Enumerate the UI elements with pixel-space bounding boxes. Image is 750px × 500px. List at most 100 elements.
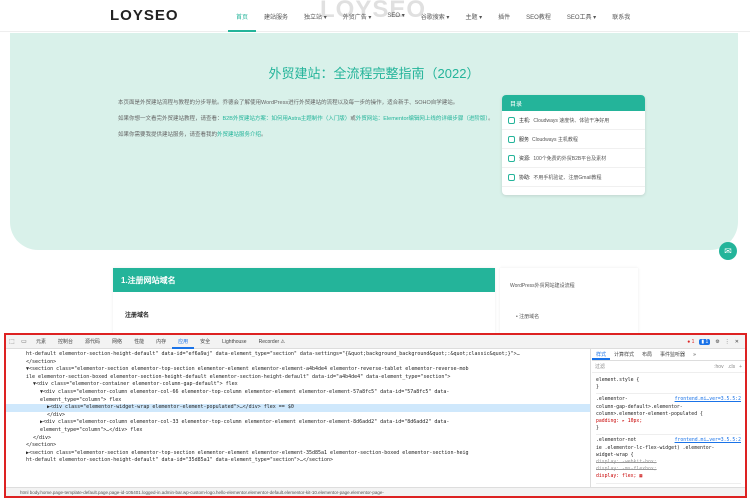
css-rule[interactable]: element.style {} [596,375,741,395]
dom-node-line[interactable]: </div> [6,435,590,443]
top-navigation: LOYSEO LOYSEO 首页 建站服务 独立站 ▾ 外贸广告 ▾ SEO ▾ 谷歌搜索… [0,0,750,32]
styles-tab[interactable]: 布局 [638,349,656,360]
intro-text-fragment: 。 [261,132,267,138]
dom-node-line[interactable]: ht-default elementor-section-height-defa… [6,351,590,359]
devtools-tab[interactable]: 内存 [150,335,172,349]
intro-text-fragment: 。 [488,116,494,122]
rule-close: } [596,385,599,391]
toc-item[interactable]: 资源: 100个免费的外贸B2B平台及素材 [502,149,645,168]
styles-tabs: 样式 计算样式 布局 事件监听器» [592,349,745,361]
hover-state-toggle[interactable]: :hov [714,364,723,370]
devtools-tab[interactable]: 性能 [128,335,150,349]
element-breadcrumb[interactable]: html body.home.page-template-default.pag… [6,487,745,496]
rule-property[interactable]: column>.elementor-element-populated { [596,411,741,418]
devtools-tab[interactable]: 源代码 [79,335,106,349]
devtools-tab[interactable]: 控制台 [52,335,79,349]
page-title: 外贸建站：全流程完整指南（2022） [268,66,480,81]
styles-tab[interactable]: 计算样式 [610,349,638,360]
inspect-element-icon[interactable]: ⬚ [6,338,18,345]
gear-icon[interactable]: ⚙ [715,339,719,345]
more-options-icon[interactable]: ⋮ [725,339,730,345]
site-logo[interactable]: LOYSEO [110,7,179,24]
dom-node-line[interactable]: ▼<div class="elementor-container element… [6,381,590,389]
error-counter[interactable]: ● 1 [687,339,694,345]
astra-guide-link[interactable]: B2B外贸建站方案：如何用Astra主题制作（入门版） [223,116,351,122]
toc-item[interactable]: 服务 Cloudways 主机教程 [502,130,645,149]
dom-node-line[interactable]: </section> [6,442,590,450]
info-counter[interactable]: ▮ 1 [699,338,711,345]
devtools-tab[interactable]: Recorder ⚠ [253,335,291,349]
dom-node-line[interactable]: </section> [6,359,590,367]
intro-paragraph-3: 如果你需要我提供建站服务，请查看我的外贸建站服务介绍。 [118,131,498,140]
rule-property[interactable]: display: flex; ▦ [596,473,741,480]
nav-item[interactable]: SEO教程 [518,0,559,32]
rule-property[interactable]: display: -ms-flexbox; [596,466,741,473]
dom-node-line[interactable]: ile elementor-section-boxed elementor-se… [6,374,590,382]
nav-item[interactable]: 外贸广告 ▾ [335,0,380,32]
elementor-guide-link[interactable]: 外贸网站：Elementor编辑网上线的详细步骤（进阶版） [356,116,488,122]
document-icon [508,173,515,181]
devtools-right-controls: ● 1 ▮ 1 ⚙ ⋮ ✕ [687,338,745,345]
css-rule[interactable]: frontend.mi…ver=3.5.5:2 .elementor-not ie … [596,435,741,484]
devtools-tab[interactable]: 元素 [30,335,52,349]
toc-title: 目录 [502,95,645,111]
styles-tab[interactable]: 事件监听器 [656,349,689,360]
nav-item[interactable]: 建站服务 [256,0,296,32]
css-rule[interactable]: frontend.mi…ver=3.5.5:2 .elementor-column… [596,394,741,436]
nav-item[interactable]: 首页 [228,0,257,32]
toc-item[interactable]: 主机: Cloudways 速度快、体验干净好用 [502,111,645,130]
chat-bubble-icon[interactable]: ✉ [719,242,737,260]
nav-item[interactable]: 联系我 [604,0,638,32]
dom-node-line[interactable]: ▶<section class="elementor-section eleme… [6,450,590,458]
dom-node-line[interactable]: element_type="column">…</div> flex [6,427,590,435]
rule-property[interactable]: widget-wrap { [596,452,741,459]
sidebar-title[interactable]: WordPress外贸网站建设流程 [500,268,638,289]
rule-property[interactable]: padding: ▸ 10px; [596,418,741,425]
hero-section: 外贸建站：全流程完整指南（2022） 本页面是外贸建站流程与教程的分步导航。乔德… [10,33,738,250]
devtools-tab[interactable]: 应用 [172,335,195,349]
dom-node-line[interactable]: </div> [6,412,590,420]
close-icon[interactable]: ✕ [735,339,739,345]
devtools-tabs: 元素 控制台 源代码 网络 性能 内存 应用 安全 Lighthouse Recorder ⚠ [30,335,291,349]
dom-node-line[interactable]: ▶<div class="elementor-column elementor-… [6,419,590,427]
toc-item[interactable]: 协助: 不用手机验证、注册Gmail教程 [502,168,645,187]
toc-item-text: 100个免费的外贸B2B平台及素材 [533,155,607,162]
nav-menu: 首页 建站服务 独立站 ▾ 外贸广告 ▾ SEO ▾ 谷歌搜索 ▾ 主题 ▾ 插件 SEO教程 S… [228,0,638,32]
rule-property[interactable]: display: -webkit-box; [596,459,741,466]
dom-node-line[interactable]: ▼<div class="elementor-column elementor-… [6,389,590,397]
add-rule-icon[interactable]: + [739,364,742,370]
nav-item[interactable]: SEO工具 ▾ [559,0,604,32]
sidebar-item[interactable]: • 注册域名 [500,289,638,320]
devtools-tab[interactable]: 网络 [106,335,128,349]
dom-node-line[interactable]: element_type="column"> flex [6,397,590,405]
service-link[interactable]: 外贸建站服务介绍 [217,132,261,138]
styles-tab[interactable]: 样式 [592,349,611,360]
intro-paragraph-2: 如果你想一文看完外贸建站教程，请查看：B2B外贸建站方案：如何用Astra主题制… [118,115,498,124]
rule-source-link[interactable]: frontend.mi…ver=3.5.5:2 [675,396,741,403]
nav-item[interactable]: 独立站 ▾ [296,0,335,32]
styles-filter-input[interactable]: 过滤 [595,363,710,370]
nav-item[interactable]: 谷歌搜索 ▾ [413,0,458,32]
class-toggle[interactable]: .cls [728,364,736,370]
devtools-tab[interactable]: 安全 [194,335,216,349]
dom-node-line[interactable]: ht-default elementor-section-height-defa… [6,457,590,465]
device-toggle-icon[interactable]: ▭ [18,338,30,345]
elements-panel: ht-default elementor-section-height-defa… [6,349,591,491]
devtools-tab[interactable]: Lighthouse [216,335,252,349]
toc-item-key: 资源: [519,155,531,162]
article-section: 1.注册网站域名 注册域名 [113,268,495,334]
rule-source-link[interactable]: frontend.mi…ver=3.5.5:2 [675,437,741,444]
nav-item[interactable]: SEO ▾ [379,0,412,32]
devtools-panel: ⬚ ▭ 元素 控制台 源代码 网络 性能 内存 应用 安全 Lighthouse Recorder… [4,333,747,498]
nav-item[interactable]: 插件 [490,0,518,32]
intro-text-fragment: 如果你需要我提供建站服务，请查看我的 [118,132,218,138]
nav-item[interactable]: 主题 ▾ [457,0,490,32]
rule-property[interactable]: ie .elementor-lc-flex-widget) .elementor… [596,445,741,452]
dom-node-line[interactable]: ▼<section class="elementor-section eleme… [6,366,590,374]
rule-property[interactable]: column-gap-default>.elementor- [596,404,741,411]
toc-item-text: 不用手机验证、注册Gmail教程 [533,174,602,181]
intro-paragraph-1: 本页面是外贸建站流程与教程的分步导航。乔德会了解使用WordPress进行外贸建… [118,100,459,106]
styles-filter-bar: 过滤 :hov .cls + [592,361,745,373]
styles-tab[interactable]: » [689,349,700,360]
dom-node-line[interactable]: ▶<div class="elementor-widget-wrap eleme… [6,404,590,412]
